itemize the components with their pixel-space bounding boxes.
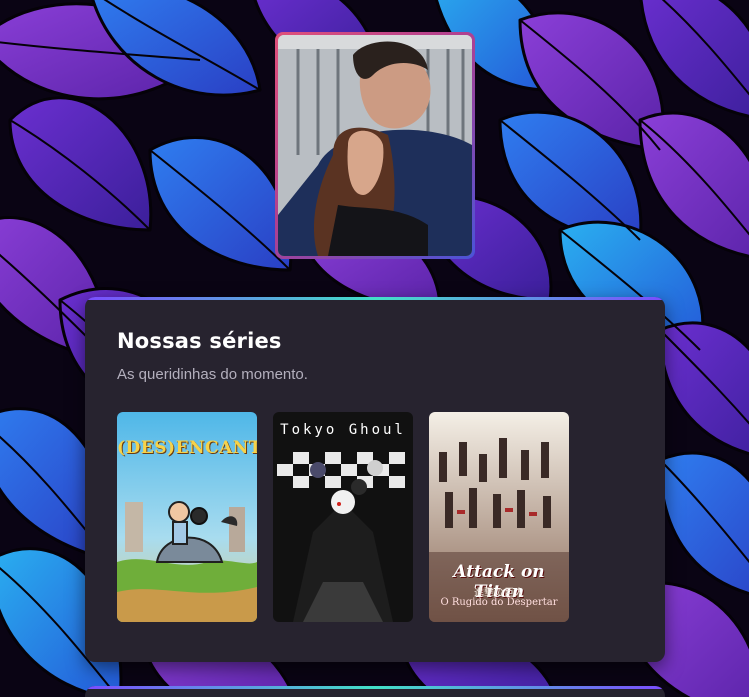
poster-subtitle-attack-on-titan: O Rugido do Despertar (440, 597, 558, 608)
accent-bar (85, 297, 665, 300)
poster-title-tokyo-ghoul: Tokyo Ghoul (280, 422, 406, 438)
poster-tokyo-ghoul[interactable]: Tokyo Ghoul (273, 412, 413, 622)
section-subtitle: As queridinhas do momento. (117, 366, 308, 383)
poster-attack-on-titan[interactable]: Attack on Titan 進撃の巨人 O Rugido do Desper… (429, 412, 569, 622)
series-section-card: Nossas séries As queridinhas do momento.… (85, 297, 665, 662)
couple-photo-image (278, 35, 472, 256)
accent-bar (85, 686, 665, 689)
poster-art-tokyo-ghoul (273, 412, 413, 622)
poster-desencanto[interactable]: (DES)ENCANTO (117, 412, 257, 622)
poster-title-desencanto: (DES)ENCANTO (117, 438, 257, 458)
profile-photo (275, 32, 475, 259)
section-title: Nossas séries (117, 329, 282, 353)
next-section-card (85, 686, 665, 697)
